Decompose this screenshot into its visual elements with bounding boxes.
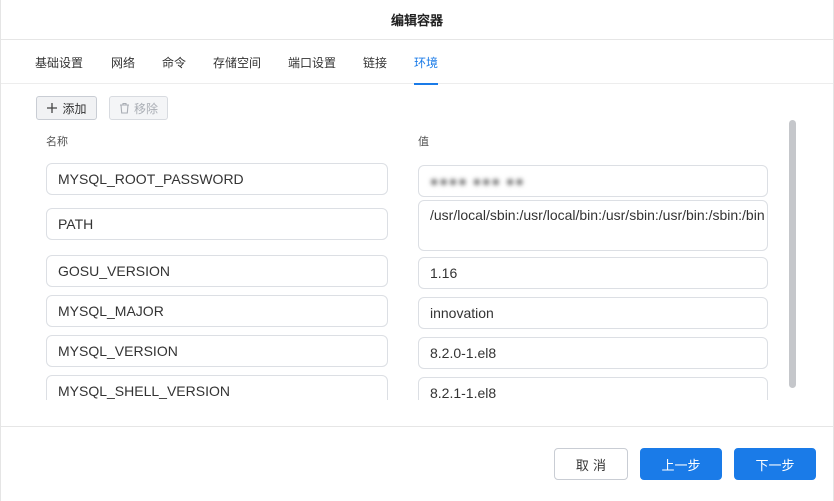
env-name-field[interactable]: PATH (46, 208, 388, 240)
dialog-footer: 取 消 上一步 下一步 (1, 426, 833, 501)
env-value-field[interactable]: 1.16 (418, 257, 768, 289)
env-value-field[interactable]: innovation (418, 297, 768, 329)
tab-network[interactable]: 网络 (111, 40, 135, 84)
masked-password: ●●●● ●●● ●● (430, 173, 525, 189)
remove-button-label: 移除 (133, 101, 158, 116)
edit-container-dialog: 编辑容器 基础设置 网络 命令 存储空间 端口设置 链接 环境 添加 移除 名称… (0, 0, 834, 501)
scrollbar[interactable] (789, 120, 796, 388)
env-name-field[interactable]: MYSQL_SHELL_VERSION (46, 375, 388, 400)
tab-storage[interactable]: 存储空间 (213, 40, 261, 84)
tab-bar: 基础设置 网络 命令 存储空间 端口设置 链接 环境 (1, 40, 833, 85)
next-step-button[interactable]: 下一步 (734, 448, 816, 480)
env-name-field[interactable]: MYSQL_ROOT_PASSWORD (46, 163, 388, 195)
tab-basic-settings[interactable]: 基础设置 (35, 40, 83, 84)
env-name-field[interactable]: MYSQL_VERSION (46, 335, 388, 367)
add-button[interactable]: 添加 (36, 96, 97, 120)
tab-port-settings[interactable]: 端口设置 (288, 40, 336, 84)
previous-step-button[interactable]: 上一步 (640, 448, 722, 480)
env-list: MYSQL_ROOT_PASSWORD ●●●● ●●● ●● PATH /us… (1, 122, 834, 400)
cancel-button[interactable]: 取 消 (554, 448, 628, 480)
dialog-title: 编辑容器 (1, 0, 833, 40)
tab-command[interactable]: 命令 (162, 40, 186, 84)
tab-links[interactable]: 链接 (363, 40, 387, 84)
env-value-field[interactable]: 8.2.1-1.el8 (418, 377, 768, 400)
remove-button[interactable]: 移除 (109, 96, 168, 120)
env-name-field[interactable]: MYSQL_MAJOR (46, 295, 388, 327)
add-button-label: 添加 (62, 101, 87, 116)
tab-environment[interactable]: 环境 (414, 40, 439, 85)
env-value-field[interactable]: /usr/local/sbin:/usr/local/bin:/usr/sbin… (418, 200, 768, 251)
trash-icon (119, 102, 130, 114)
env-name-field[interactable]: GOSU_VERSION (46, 255, 388, 287)
plus-icon (46, 102, 58, 114)
env-value-field[interactable]: 8.2.0-1.el8 (418, 337, 768, 369)
env-value-field[interactable]: ●●●● ●●● ●● (418, 165, 768, 197)
